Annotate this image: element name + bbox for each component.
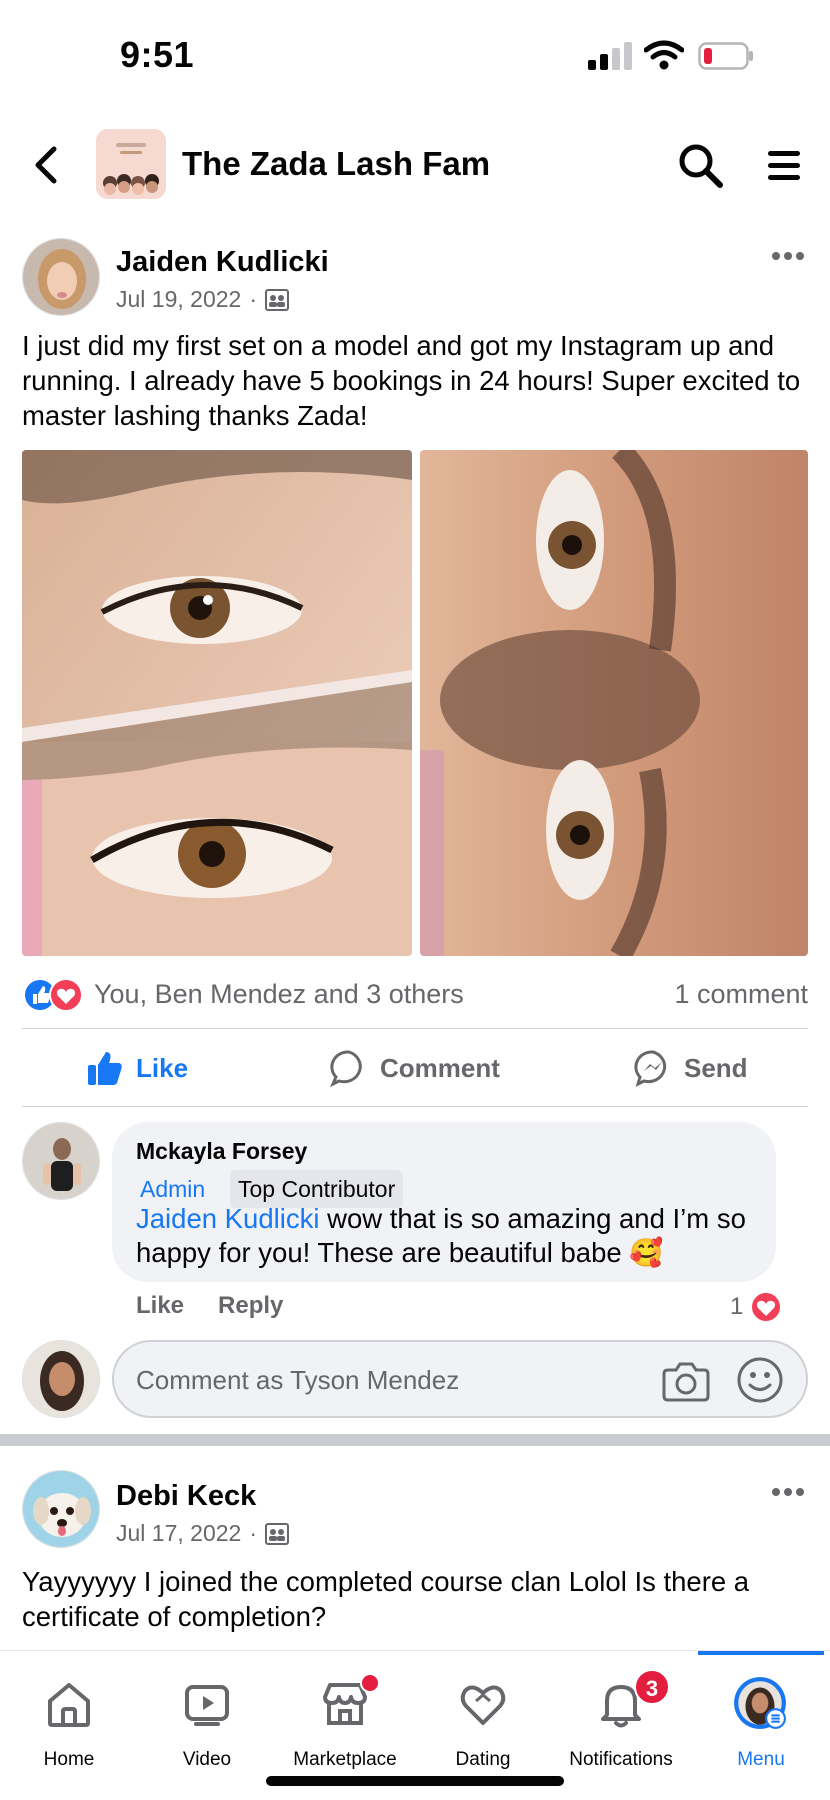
nav-video[interactable]: Video [138, 1669, 276, 1779]
reactions-row[interactable]: You, Ben Mendez and 3 others 1 comment [22, 975, 808, 1015]
comment-actions: Like Reply [136, 1292, 283, 1320]
comment-text: Jaiden Kudlicki wow that is so amazing a… [136, 1202, 766, 1270]
group-audience-icon [265, 288, 289, 311]
post-date[interactable]: Jul 19, 2022 [116, 286, 241, 313]
comment-reaction[interactable]: 1 [730, 1290, 783, 1324]
comment-reply-button[interactable]: Reply [218, 1292, 283, 1320]
nav-menu[interactable]: Menu [692, 1669, 830, 1779]
hamburger-menu-icon[interactable] [766, 145, 802, 185]
mention-link[interactable]: Jaiden Kudlicki [136, 1203, 319, 1234]
like-label: Like [136, 1052, 189, 1083]
love-reaction-icon [750, 1291, 783, 1323]
status-time: 9:51 [120, 34, 195, 75]
nav-video-label: Video [182, 1749, 232, 1770]
send-button[interactable]: Send [634, 1040, 748, 1096]
nav-dating-label: Dating [455, 1749, 511, 1770]
commenter-name[interactable]: Mckayla Forsey [136, 1138, 307, 1165]
emoji-icon[interactable] [736, 1356, 784, 1404]
home-indicator [266, 1776, 564, 1786]
divider [22, 1028, 808, 1029]
like-button[interactable]: Like [86, 1040, 188, 1096]
comment-reaction-count: 1 [730, 1293, 744, 1320]
current-user-avatar[interactable] [22, 1340, 100, 1418]
marketplace-dot-badge [360, 1673, 380, 1693]
post2-author-avatar[interactable] [22, 1470, 100, 1548]
post-author-name[interactable]: Jaiden Kudlicki [116, 246, 329, 279]
nav-dating[interactable]: Dating [414, 1669, 552, 1779]
post-photo-right[interactable] [420, 450, 808, 956]
notifications-count-badge: 3 [634, 1669, 670, 1705]
commenter-avatar[interactable] [22, 1122, 100, 1200]
messenger-icon [634, 1050, 667, 1087]
send-label: Send [684, 1052, 748, 1083]
back-arrow-icon[interactable] [28, 143, 64, 187]
battery-icon [698, 42, 753, 70]
group-title[interactable]: The Zada Lash Fam [182, 145, 490, 183]
more-options-icon[interactable] [770, 244, 806, 268]
comment-count[interactable]: 1 comment [674, 979, 808, 1010]
nav-notifications[interactable]: 3 Notifications [552, 1669, 690, 1779]
comment-input[interactable] [136, 1360, 636, 1400]
comment-label: Comment [380, 1052, 500, 1083]
comment-bubble: Mckayla Forsey Admin Top Contributor Jai… [112, 1122, 776, 1282]
meta-separator: · [249, 1520, 257, 1546]
wifi-icon [644, 40, 684, 70]
reaction-summary[interactable]: You, Ben Mendez and 3 others [94, 979, 464, 1010]
more-options-icon[interactable] [770, 1480, 806, 1504]
post2-date[interactable]: Jul 17, 2022 [116, 1520, 241, 1547]
feed-separator [0, 1434, 830, 1446]
meta-separator: · [249, 286, 257, 312]
post2-meta: Jul 17, 2022 · [116, 1520, 289, 1547]
nav-notifications-label: Notifications [569, 1749, 673, 1770]
comment-bubble-icon [330, 1050, 362, 1087]
comment-composer[interactable] [112, 1340, 808, 1418]
post-photo-left[interactable] [22, 450, 412, 956]
post-author-avatar[interactable] [22, 238, 100, 316]
thumbs-up-icon [88, 1052, 122, 1085]
nav-marketplace-label: Marketplace [293, 1749, 397, 1770]
active-tab-indicator [698, 1651, 824, 1655]
dating-heart-icon [460, 1685, 506, 1725]
search-icon[interactable] [676, 141, 724, 189]
group-thumbnail[interactable] [96, 129, 166, 199]
profile-menu-avatar-icon [734, 1677, 786, 1729]
group-audience-icon [265, 1522, 289, 1545]
post-meta: Jul 19, 2022 · [116, 286, 289, 313]
camera-icon[interactable] [662, 1358, 710, 1402]
post2-text: Yayyyyyy I joined the completed course c… [22, 1566, 750, 1632]
post2-author-name[interactable]: Debi Keck [116, 1480, 256, 1513]
nav-menu-label: Menu [737, 1749, 785, 1770]
nav-home[interactable]: Home [0, 1669, 138, 1779]
nav-home-label: Home [43, 1749, 95, 1770]
like-love-reaction-icons [23, 978, 83, 1012]
comment-button[interactable]: Comment [330, 1040, 500, 1096]
group-header: The Zada Lash Fam [0, 125, 830, 205]
post-text: I just did my first set on a model and g… [22, 330, 801, 431]
home-icon [48, 1683, 90, 1727]
status-bar: 9:51 [0, 0, 830, 110]
divider [22, 1106, 808, 1107]
nav-marketplace[interactable]: Marketplace [276, 1669, 414, 1779]
cellular-signal-icon [588, 42, 632, 70]
comment-like-button[interactable]: Like [136, 1292, 184, 1320]
video-icon [185, 1685, 229, 1726]
